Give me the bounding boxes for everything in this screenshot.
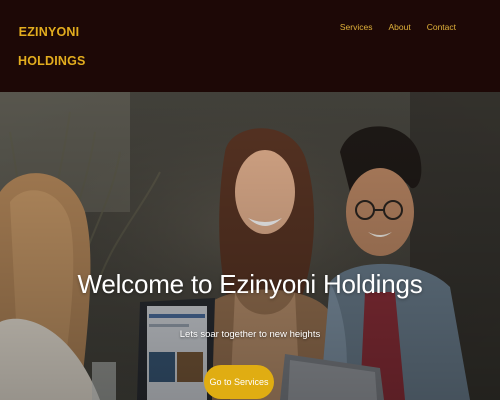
nav-link-contact[interactable]: Contact bbox=[427, 22, 456, 32]
nav-link-services[interactable]: Services bbox=[340, 22, 373, 32]
go-to-services-button[interactable]: Go to Services bbox=[204, 365, 274, 399]
hero-section: Welcome to Ezinyoni Holdings Lets soar t… bbox=[0, 92, 500, 400]
brand-logo[interactable]: EZINYONI HOLDINGS bbox=[18, 18, 86, 76]
main-nav: Services About Contact bbox=[340, 22, 456, 32]
brand-line-1: EZINYONI bbox=[18, 25, 80, 39]
hero-title: Welcome to Ezinyoni Holdings bbox=[77, 269, 423, 299]
nav-link-about[interactable]: About bbox=[388, 22, 410, 32]
page: EZINYONI HOLDINGS Services About Contact bbox=[0, 0, 500, 400]
hero-background-photo bbox=[0, 92, 500, 400]
brand-line-2: HOLDINGS bbox=[18, 54, 86, 68]
site-header: EZINYONI HOLDINGS Services About Contact bbox=[0, 0, 500, 92]
hero-subtitle: Lets soar together to new heights bbox=[179, 329, 321, 340]
